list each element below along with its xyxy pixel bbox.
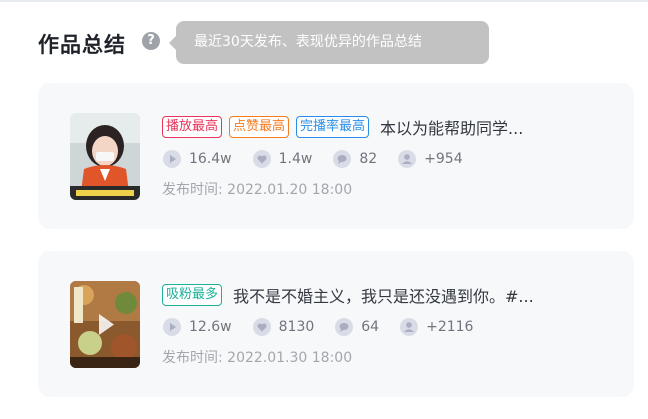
play-icon bbox=[162, 317, 182, 337]
comment-icon bbox=[334, 317, 354, 337]
work-card[interactable]: 吸粉最多 我不是不婚主义，我只是还没遇到你。#... 12.6w 8130 64… bbox=[38, 251, 634, 397]
tag-most-plays: 播放最高 bbox=[162, 116, 223, 138]
works-summary-panel: 作品总结 ? 最近30天发布、表现优异的作品总结 播放最高 点赞最高 完播率最高… bbox=[0, 0, 648, 419]
fans-stat: +954 bbox=[397, 149, 463, 169]
video-thumbnail[interactable] bbox=[70, 281, 140, 368]
fans-stat: +2116 bbox=[399, 317, 473, 337]
work-stats: 16.4w 1.4w 82 +954 bbox=[162, 149, 483, 169]
publish-time: 发布时间: 2022.01.20 18:00 bbox=[162, 182, 353, 198]
work-title[interactable]: 本以为能帮助同学... bbox=[380, 115, 523, 139]
comments-stat: 82 bbox=[332, 149, 377, 169]
plays-stat: 16.4w bbox=[162, 149, 232, 169]
work-title[interactable]: 我不是不婚主义，我只是还没遇到你。#... bbox=[233, 283, 534, 307]
likes-stat: 1.4w bbox=[252, 149, 313, 169]
plays-count: 12.6w bbox=[189, 319, 232, 335]
user-icon bbox=[399, 317, 419, 337]
plays-count: 16.4w bbox=[189, 151, 232, 167]
publish-time: 发布时间: 2022.01.30 18:00 bbox=[162, 350, 353, 366]
comments-count: 82 bbox=[359, 151, 378, 167]
tag-completion-rate: 完播率最高 bbox=[296, 116, 370, 138]
comments-count: 64 bbox=[361, 319, 380, 335]
likes-stat: 8130 bbox=[252, 317, 315, 337]
help-tooltip: 最近30天发布、表现优异的作品总结 bbox=[169, 21, 489, 64]
work-stats: 12.6w 8130 64 +2116 bbox=[162, 317, 493, 337]
heart-icon bbox=[252, 317, 272, 337]
thumbnail-image bbox=[70, 281, 140, 368]
comment-icon bbox=[332, 149, 352, 169]
thumbnail-image bbox=[70, 113, 140, 200]
user-icon bbox=[397, 149, 417, 169]
comments-stat: 64 bbox=[334, 317, 379, 337]
fans-count: +954 bbox=[424, 151, 463, 167]
question-icon[interactable]: ? bbox=[142, 32, 160, 50]
plays-stat: 12.6w bbox=[162, 317, 232, 337]
likes-count: 8130 bbox=[278, 319, 315, 335]
fans-count: +2116 bbox=[426, 319, 474, 335]
tag-most-likes: 点赞最高 bbox=[229, 116, 290, 138]
play-icon bbox=[162, 149, 182, 169]
heart-icon bbox=[252, 149, 272, 169]
likes-count: 1.4w bbox=[278, 151, 313, 167]
tag-most-fans: 吸粉最多 bbox=[162, 284, 223, 306]
work-card[interactable]: 播放最高 点赞最高 完播率最高 本以为能帮助同学... 16.4w 1.4w 8… bbox=[38, 83, 634, 229]
video-thumbnail[interactable] bbox=[70, 113, 140, 200]
section-title: 作品总结 bbox=[38, 33, 126, 57]
